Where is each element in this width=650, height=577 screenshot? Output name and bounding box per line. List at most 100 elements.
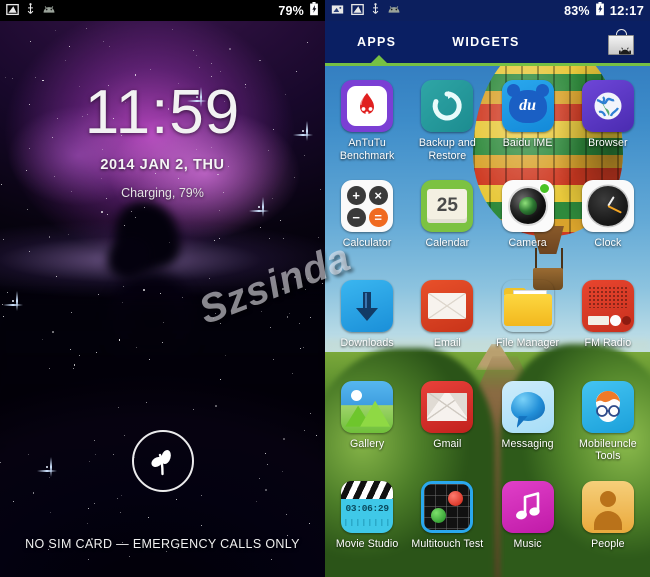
app-label: Gmail	[433, 437, 462, 450]
lockscreen-charge-status: Charging, 79%	[121, 186, 204, 200]
app-item-gmail[interactable]: Gmail	[407, 375, 487, 475]
fm-radio-icon	[581, 280, 634, 333]
app-item-movie-studio[interactable]: 03:06:29 Movie Studio	[327, 475, 407, 575]
app-item-gallery[interactable]: Gallery	[327, 375, 407, 475]
browser-globe-icon	[581, 80, 634, 132]
downloads-icon	[341, 280, 394, 333]
android-head-icon	[42, 4, 56, 18]
calculator-icon: + × − =	[341, 180, 394, 233]
status-icons-left	[331, 2, 401, 19]
usb-icon	[26, 2, 35, 19]
app-item-file-manager[interactable]: File Manager	[488, 274, 568, 374]
screenshot-icon	[351, 3, 364, 19]
app-grid: AnTuTu Benchmark Backup and Restore du B…	[325, 70, 650, 577]
battery-percent-label: 79%	[278, 3, 304, 18]
app-item-mobileuncle-tools[interactable]: Mobileuncle Tools	[568, 375, 648, 475]
drawer-status-bar: 83% 12:17	[325, 0, 650, 21]
tab-apps[interactable]: APPS	[353, 35, 400, 49]
app-item-browser[interactable]: Browser	[568, 74, 648, 174]
radio-speaker-grill	[587, 286, 628, 309]
movie-timeline	[345, 518, 390, 526]
app-item-multitouch-test[interactable]: Multitouch Test	[407, 475, 487, 575]
app-item-baidu-ime[interactable]: du Baidu IME	[488, 74, 568, 174]
status-icons-left	[6, 2, 56, 19]
unlock-ring-button[interactable]	[131, 430, 194, 492]
app-item-camera[interactable]: Camera	[488, 174, 568, 274]
radio-dial	[587, 316, 609, 326]
calc-key-equals: =	[368, 207, 388, 227]
lockscreen-panel: 79% 11:59 2014 JAN 2, THU Charging, 79% …	[0, 0, 325, 577]
app-label: People	[591, 537, 625, 550]
calendar-icon: 25	[421, 180, 474, 233]
emergency-call-text[interactable]: NO SIM CARD — EMERGENCY CALLS ONLY	[0, 537, 325, 551]
app-label: Clock	[594, 237, 622, 250]
movie-studio-icon: 03:06:29	[341, 480, 394, 533]
android-head-icon	[619, 43, 631, 55]
calc-key-multiply: ×	[368, 185, 388, 205]
app-item-clock[interactable]: Clock	[568, 174, 648, 274]
camera-icon	[501, 180, 554, 233]
app-label: Calculator	[342, 237, 392, 250]
app-item-backup-and-restore[interactable]: Backup and Restore	[407, 74, 487, 174]
radio-knob	[609, 315, 621, 327]
gallery-sun	[351, 389, 363, 401]
usb-icon	[371, 2, 380, 19]
baidu-du-glyph: du	[519, 97, 537, 114]
chat-bubble	[510, 392, 545, 422]
antutu-icon	[341, 80, 394, 132]
app-label: Email	[433, 337, 461, 350]
app-item-music[interactable]: Music	[488, 475, 568, 575]
lock-sprout-icon	[146, 444, 180, 478]
battery-charging-icon	[309, 2, 319, 19]
app-label: File Manager	[496, 337, 560, 350]
app-label: Camera	[508, 237, 547, 250]
app-label: AnTuTu Benchmark	[339, 137, 395, 162]
app-item-email[interactable]: Email	[407, 274, 487, 374]
person-body	[593, 510, 622, 530]
app-item-calendar[interactable]: 25 Calendar	[407, 174, 487, 274]
app-item-antutu[interactable]: AnTuTu Benchmark	[327, 74, 407, 174]
app-label: Backup and Restore	[418, 137, 476, 162]
camera-lens	[509, 188, 546, 225]
app-item-downloads[interactable]: Downloads	[327, 274, 407, 374]
app-label: Browser	[588, 137, 628, 149]
app-item-people[interactable]: People	[568, 475, 648, 575]
mobileuncle-tools-icon	[581, 380, 634, 433]
app-label: Baidu IME	[502, 137, 553, 149]
person-head	[599, 490, 616, 507]
app-label: Music	[513, 537, 542, 550]
tab-widgets[interactable]: WIDGETS	[448, 35, 523, 49]
baidu-ime-icon: du	[501, 80, 554, 132]
envelope	[428, 293, 467, 320]
gmail-icon	[421, 380, 474, 433]
app-item-messaging[interactable]: Messaging	[488, 375, 568, 475]
image-icon	[331, 3, 344, 19]
camera-status-dot	[538, 183, 550, 195]
messaging-icon	[501, 380, 554, 433]
clock-minute-hand	[607, 205, 622, 214]
folder-shape	[503, 288, 552, 327]
clapperboard	[341, 480, 394, 499]
app-item-fm-radio[interactable]: FM Radio	[568, 274, 648, 374]
status-icons-right: 79%	[278, 2, 319, 19]
play-store-bag-icon[interactable]	[608, 29, 636, 55]
status-icons-right: 83% 12:17	[564, 2, 644, 19]
movie-timecode: 03:06:29	[345, 502, 390, 514]
battery-charging-icon	[595, 2, 605, 19]
dual-screenshot: 79% 11:59 2014 JAN 2, THU Charging, 79% …	[0, 0, 650, 577]
clock-face	[587, 186, 628, 227]
app-drawer-panel: 83% 12:17 APPS WIDGETS AnTuTu Benchmark …	[325, 0, 650, 577]
clock-icon	[581, 180, 634, 233]
calendar-day-number: 25	[427, 189, 468, 224]
file-manager-icon	[502, 280, 554, 332]
lockscreen-clock-widget: 11:59 2014 JAN 2, THU Charging, 79%	[0, 82, 325, 201]
android-head-icon	[387, 4, 401, 18]
app-label: Gallery	[349, 437, 385, 450]
app-item-calculator[interactable]: + × − = Calculator	[327, 174, 407, 274]
gallery-hill-large	[360, 400, 391, 427]
app-label: Mobileuncle Tools	[579, 437, 637, 463]
app-label: Multitouch Test	[411, 537, 484, 550]
tab-selected-indicator	[371, 55, 387, 63]
calc-key-minus: −	[346, 207, 366, 227]
radio-knob-secondary	[621, 316, 631, 326]
